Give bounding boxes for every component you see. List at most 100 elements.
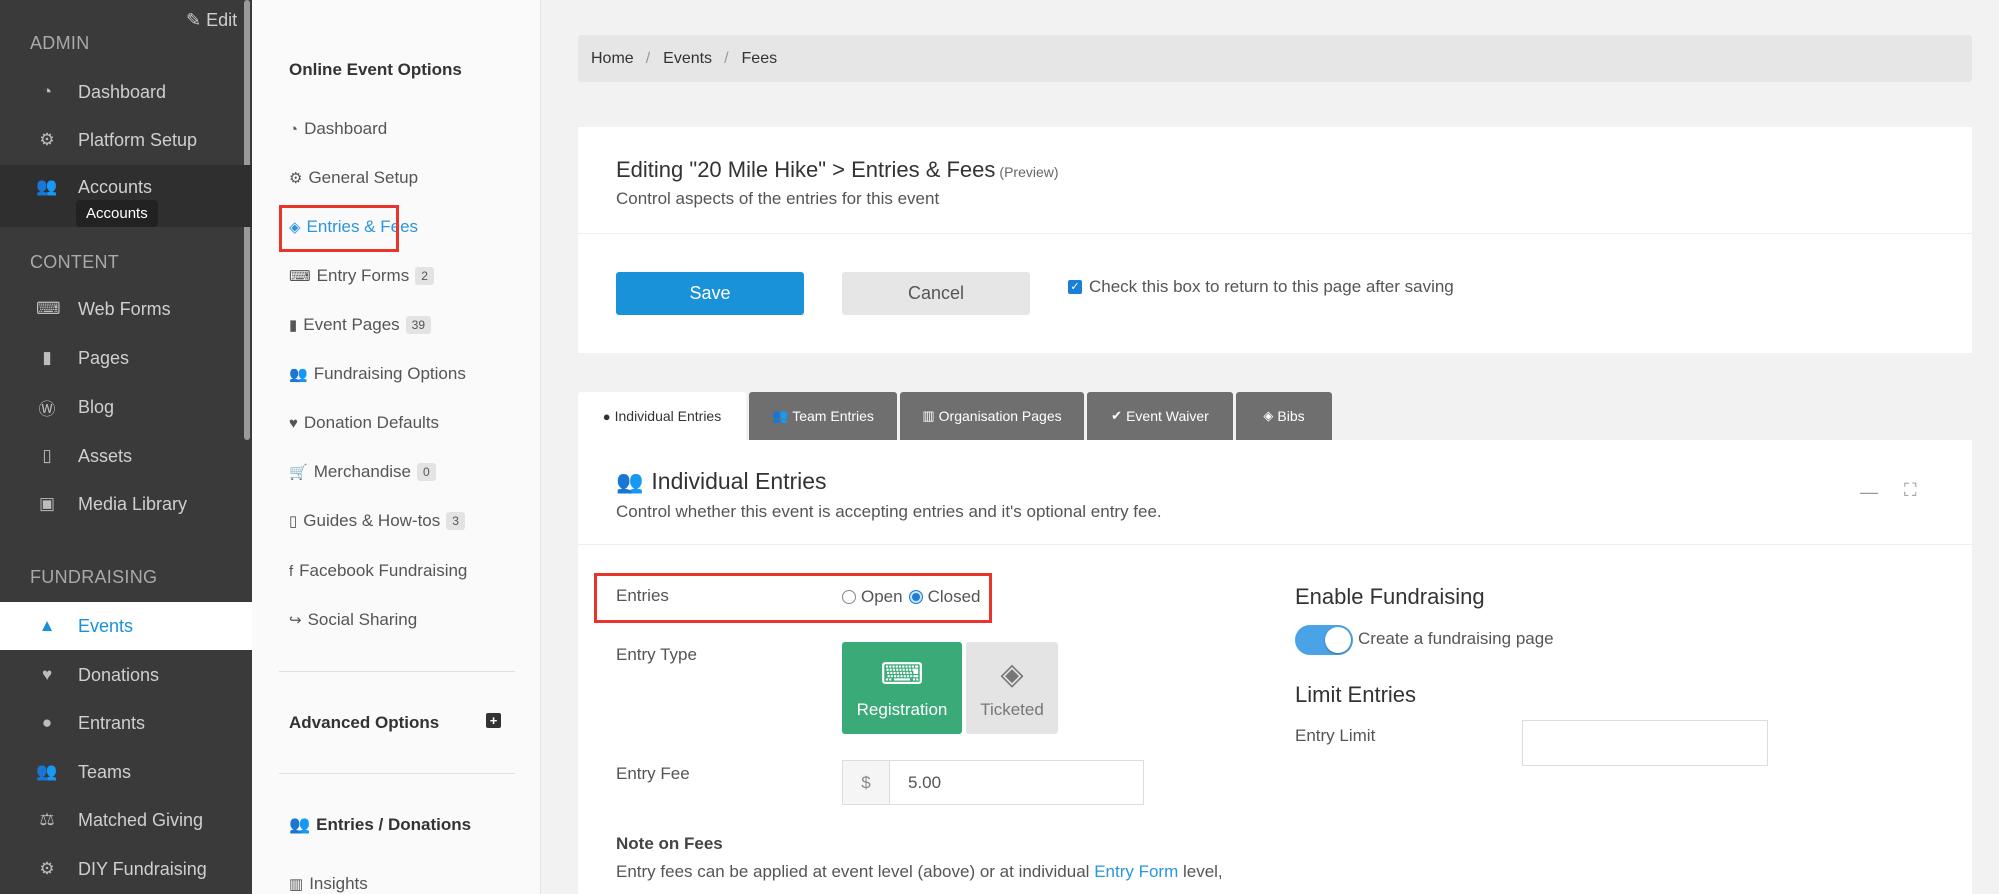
option-entry-forms[interactable]: ⌨ Entry Forms 2: [289, 266, 434, 286]
entry-limit-label: Entry Limit: [1295, 726, 1376, 745]
checkbox-checked-icon[interactable]: ✓: [1068, 280, 1082, 294]
tag-icon: ◈: [1263, 408, 1274, 423]
tab-team-entries[interactable]: 👥 Team Entries: [749, 392, 897, 440]
return-checkbox-row[interactable]: ✓ Check this box to return to this page a…: [1068, 277, 1454, 297]
entries-radio-group: Open Closed: [842, 587, 981, 607]
sidebar-item-donations[interactable]: ♥ Donations: [0, 652, 252, 698]
expand-plus-icon[interactable]: +: [486, 713, 501, 728]
option-fundraising-options[interactable]: 👥 Fundraising Options: [289, 364, 466, 384]
sidebar-item-platform-setup[interactable]: ⚙ Platform Setup: [0, 117, 252, 163]
wordpress-icon: Ⓦ: [38, 399, 56, 419]
entry-type-registration[interactable]: ⌨ Registration: [842, 642, 962, 734]
toggle-knob: [1325, 627, 1351, 653]
road-icon: ▲: [38, 616, 56, 635]
panel-title-text: Individual Entries: [651, 468, 827, 494]
ticket-icon: ◈: [1000, 657, 1024, 691]
users-icon: 👥: [289, 366, 308, 383]
users-icon: 👥: [772, 408, 789, 423]
fundraising-toggle[interactable]: [1295, 625, 1353, 655]
entry-form-link[interactable]: Entry Form: [1094, 862, 1178, 881]
divider: [578, 544, 1972, 545]
radio-closed[interactable]: [908, 590, 923, 604]
panel-subtitle: Control whether this event is accepting …: [616, 502, 1162, 521]
option-label: Entry Forms: [316, 266, 410, 285]
option-insights[interactable]: ▥ Insights: [289, 874, 368, 894]
count-badge: 0: [417, 463, 436, 481]
edit-link[interactable]: ✎ Edit: [186, 10, 237, 31]
note-text-before: Entry fees can be applied at event level…: [616, 862, 1095, 881]
option-dashboard[interactable]: ◔ Dashboard: [289, 119, 387, 139]
entry-fee-input[interactable]: $ 5.00: [842, 760, 1144, 805]
minimize-icon[interactable]: —: [1860, 482, 1878, 503]
option-label: Event Pages: [303, 315, 400, 334]
sidebar-item-web-forms[interactable]: ⌨ Web Forms: [0, 286, 252, 332]
page-subtitle: Control aspects of the entries for this …: [616, 189, 940, 208]
balance-scale-icon: ⚖: [39, 810, 55, 829]
bar-chart-icon: ▥: [289, 876, 304, 893]
breadcrumb-events[interactable]: Events: [663, 50, 712, 68]
file-pdf-icon: ▯: [42, 446, 52, 465]
sidebar-item-label: Teams: [78, 761, 132, 782]
option-merchandise[interactable]: 🛒 Merchandise 0: [289, 462, 436, 482]
option-social-sharing[interactable]: ↪ Social Sharing: [289, 610, 417, 630]
heart-icon: ♥: [289, 414, 298, 432]
cancel-button[interactable]: Cancel: [842, 272, 1030, 315]
tab-label: Organisation Pages: [938, 408, 1062, 424]
option-label: Donation Defaults: [303, 413, 440, 432]
breadcrumb: Home / Events / Fees: [578, 35, 1972, 82]
sidebar-item-entrants[interactable]: ● Entrants: [0, 700, 252, 746]
option-event-pages[interactable]: ▮ Event Pages 39: [289, 315, 432, 335]
entry-limit-input[interactable]: [1522, 720, 1768, 766]
tab-bibs[interactable]: ◈ Bibs: [1236, 392, 1332, 440]
sidebar-item-diy-fundraising[interactable]: ⚙ DIY Fundraising: [0, 846, 252, 892]
tab-organisation-pages[interactable]: ▥ Organisation Pages: [900, 392, 1084, 440]
sidebar-item-blog[interactable]: Ⓦ Blog: [0, 384, 252, 430]
radio-open[interactable]: [842, 590, 856, 604]
sidebar-item-assets[interactable]: ▯ Assets: [0, 433, 252, 479]
entry-type-ticketed[interactable]: ◈ Ticketed: [966, 642, 1058, 734]
option-label: General Setup: [308, 168, 419, 187]
option-guides-how-tos[interactable]: ▯ Guides & How-tos 3: [289, 511, 465, 531]
sidebar-item-label: Media Library: [78, 493, 188, 514]
radio-open-label: Open: [861, 587, 903, 606]
admin-sidebar: ✎ Edit ADMIN ◔ Dashboard ⚙ Platform Setup …: [0, 0, 252, 894]
breadcrumb-home[interactable]: Home: [591, 50, 634, 68]
keyboard-icon: ⌨: [36, 299, 61, 318]
users-icon: 👥: [36, 177, 58, 196]
divider: [578, 233, 1972, 234]
sidebar-item-matched-giving[interactable]: ⚖ Matched Giving: [0, 797, 252, 843]
note-text: Entry fees can be applied at event level…: [616, 862, 1223, 882]
note-text-after: level,: [1178, 862, 1223, 881]
accounts-tooltip: Accounts: [76, 200, 158, 227]
panel-title: 👥 Individual Entries: [616, 468, 827, 495]
breadcrumb-separator: /: [724, 49, 729, 67]
sidebar-item-dashboard[interactable]: ◔ Dashboard: [0, 69, 252, 115]
section-heading-content: CONTENT: [30, 252, 120, 272]
sidebar-item-pages[interactable]: ▮ Pages: [0, 335, 252, 381]
sidebar-item-label: Assets: [78, 445, 133, 466]
page-title-text: Editing "20 Mile Hike" > Entries & Fees: [616, 157, 996, 182]
file-icon: ▮: [42, 348, 52, 367]
option-general-setup[interactable]: ⚙ General Setup: [289, 168, 418, 188]
entry-fee-value: 5.00: [908, 772, 942, 792]
sidebar-item-label: Entrants: [78, 712, 146, 733]
entry-fee-label: Entry Fee: [616, 764, 690, 783]
tab-label: Individual Entries: [614, 408, 722, 424]
sidebar-item-label: Events: [78, 615, 134, 636]
sidebar-item-media-library[interactable]: ▣ Media Library: [0, 481, 252, 527]
cogs-icon: ⚙: [39, 130, 55, 149]
option-facebook-fundraising[interactable]: f Facebook Fundraising: [289, 561, 467, 581]
option-label: Fundraising Options: [313, 364, 466, 383]
tab-individual-entries[interactable]: ● Individual Entries: [578, 392, 746, 440]
option-donation-defaults[interactable]: ♥ Donation Defaults: [289, 413, 439, 433]
highlight-box-entries-fees: [279, 205, 399, 252]
tab-label: Team Entries: [792, 408, 874, 424]
sidebar-item-teams[interactable]: 👥 Teams: [0, 749, 252, 795]
sidebar-item-label: Web Forms: [78, 298, 171, 319]
save-button[interactable]: Save: [616, 272, 804, 315]
fullscreen-icon[interactable]: ⛶: [1904, 480, 1917, 501]
user-icon: ●: [41, 713, 53, 732]
sidebar-item-label: Dashboard: [78, 81, 167, 102]
sidebar-item-events[interactable]: ▲ Events: [0, 602, 252, 650]
tab-event-waiver[interactable]: ✔ Event Waiver: [1087, 392, 1233, 440]
